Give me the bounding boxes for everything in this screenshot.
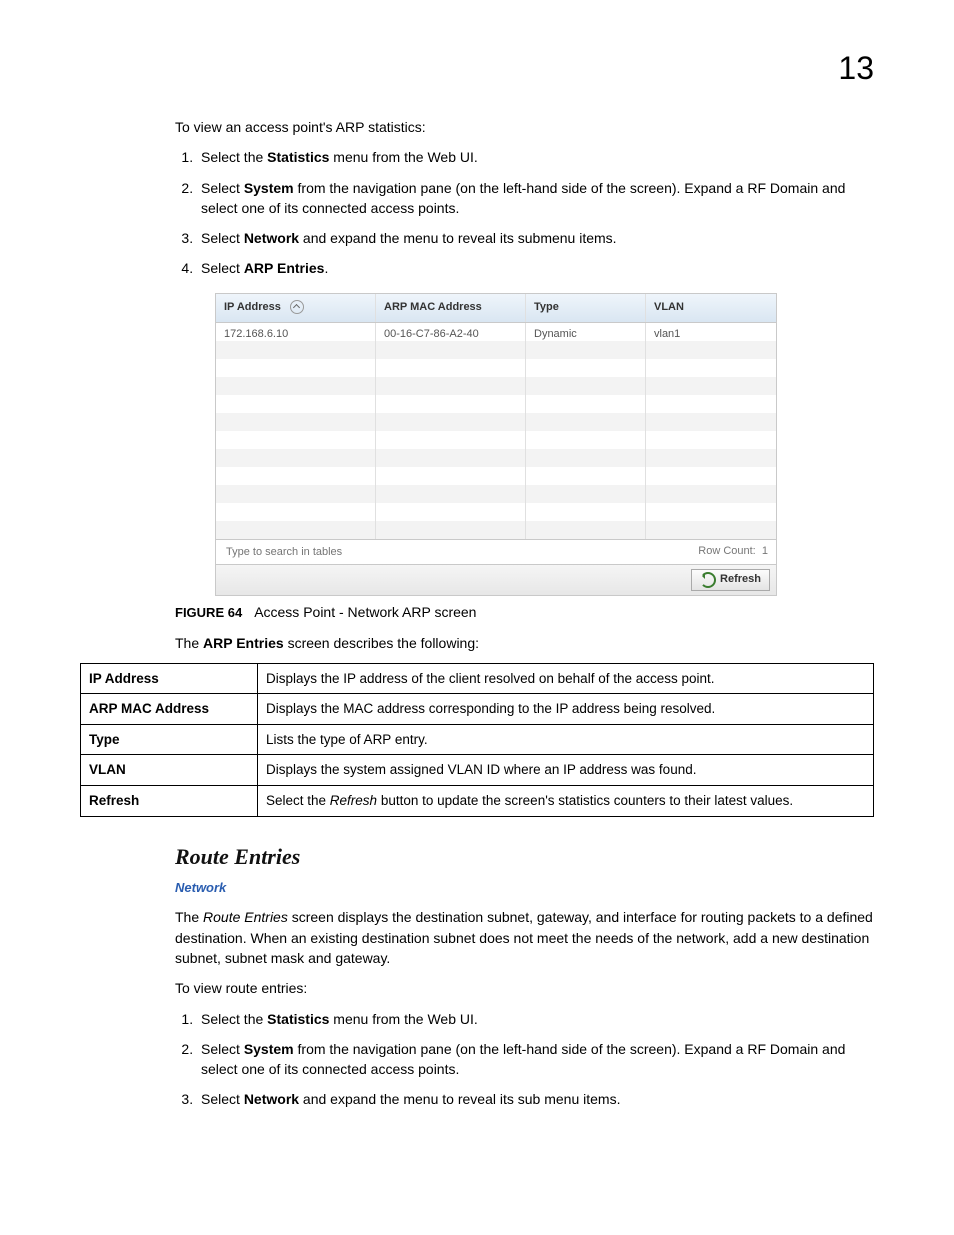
table-row: VLAN Displays the system assigned VLAN I… (81, 755, 874, 786)
def-key: Type (81, 724, 258, 755)
arp-screenshot: IP Address ARP MAC Address Type VLAN 172… (215, 293, 777, 596)
step-item: Select Network and expand the menu to re… (197, 228, 874, 248)
def-key: Refresh (81, 786, 258, 817)
def-val: Displays the MAC address corresponding t… (258, 694, 874, 725)
table-row: ARP MAC Address Displays the MAC address… (81, 694, 874, 725)
refresh-button[interactable]: Refresh (691, 569, 770, 591)
step-item: Select ARP Entries. (197, 258, 874, 278)
step-item: Select the Statistics menu from the Web … (197, 147, 874, 167)
def-val: Displays the IP address of the client re… (258, 663, 874, 694)
table-row: IP Address Displays the IP address of th… (81, 663, 874, 694)
section-heading-route-entries: Route Entries (175, 841, 874, 873)
route-intro: To view route entries: (175, 978, 874, 998)
steps-list-arp: Select the Statistics menu from the Web … (175, 147, 874, 278)
step-item: Select Network and expand the menu to re… (197, 1089, 874, 1109)
table-search-input[interactable] (224, 544, 428, 560)
figure-caption: FIGURE 64Access Point - Network ARP scre… (175, 602, 874, 623)
intro-text: To view an access point's ARP statistics… (175, 117, 874, 137)
sort-asc-icon[interactable] (290, 300, 304, 314)
table-row: Type Lists the type of ARP entry. (81, 724, 874, 755)
page-number: 13 (80, 50, 874, 87)
row-count-label: Row Count: 1 (698, 544, 768, 560)
cell-type: Dynamic (526, 323, 646, 341)
col-header-mac[interactable]: ARP MAC Address (376, 294, 526, 322)
def-key: ARP MAC Address (81, 694, 258, 725)
def-key: VLAN (81, 755, 258, 786)
steps-list-route: Select the Statistics menu from the Web … (175, 1009, 874, 1110)
table-row: Refresh Select the Refresh button to upd… (81, 786, 874, 817)
cell-vlan: vlan1 (646, 323, 776, 341)
step-item: Select System from the navigation pane (… (197, 178, 874, 219)
col-header-vlan[interactable]: VLAN (646, 294, 776, 322)
def-val: Select the Refresh button to update the … (258, 786, 874, 817)
table-header-row: IP Address ARP MAC Address Type VLAN (216, 294, 776, 323)
definition-table: IP Address Displays the IP address of th… (80, 663, 874, 817)
def-val: Lists the type of ARP entry. (258, 724, 874, 755)
route-paragraph: The Route Entries screen displays the de… (175, 907, 874, 968)
desc-intro: The ARP Entries screen describes the fol… (175, 633, 874, 653)
cell-mac: 00-16-C7-86-A2-40 (376, 323, 526, 341)
cell-ip: 172.168.6.10 (216, 323, 376, 341)
col-header-type[interactable]: Type (526, 294, 646, 322)
def-key: IP Address (81, 663, 258, 694)
step-item: Select the Statistics menu from the Web … (197, 1009, 874, 1029)
def-val: Displays the system assigned VLAN ID whe… (258, 755, 874, 786)
table-row[interactable]: 172.168.6.10 00-16-C7-86-A2-40 Dynamic v… (216, 323, 776, 341)
step-item: Select System from the navigation pane (… (197, 1039, 874, 1080)
refresh-icon (700, 572, 716, 588)
breadcrumb[interactable]: Network (175, 879, 874, 898)
col-header-ip[interactable]: IP Address (216, 294, 376, 322)
